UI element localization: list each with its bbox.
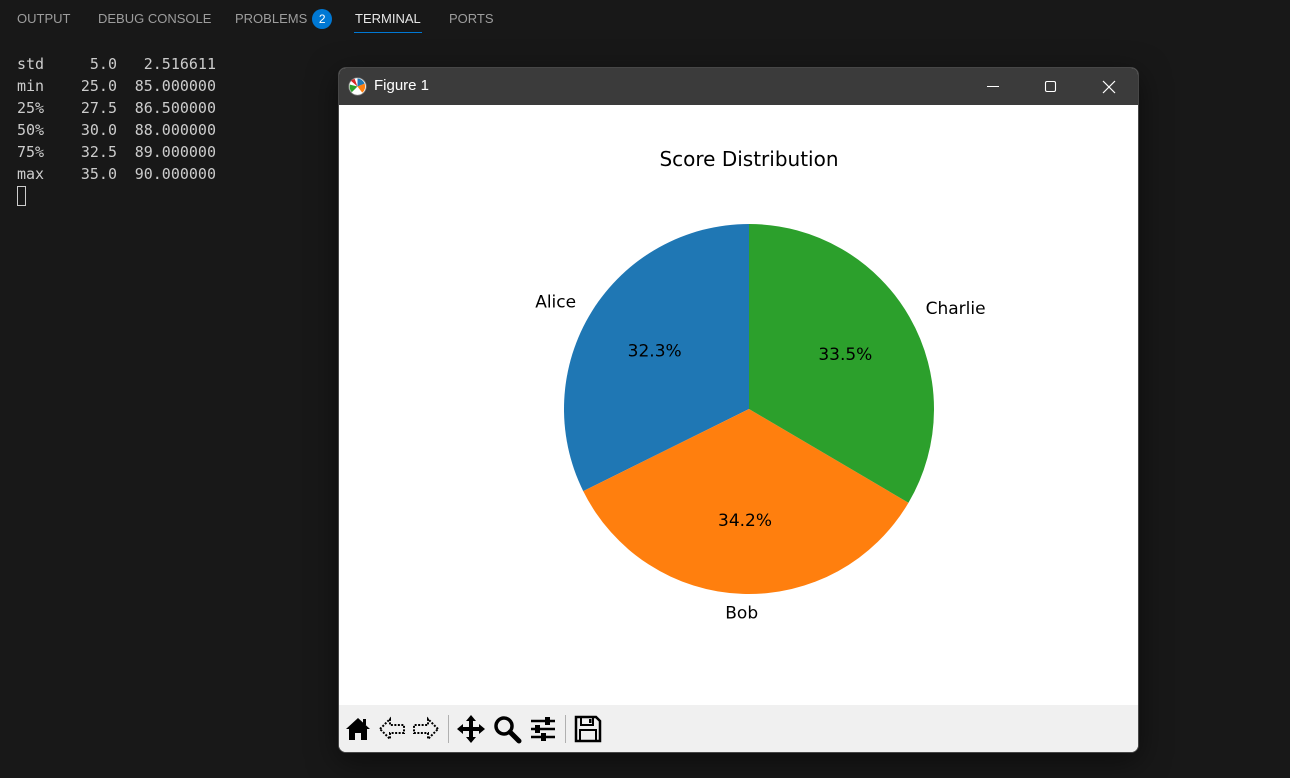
pie-chart: Score Distribution Alice 32.3% Bob 34.2% Cha… — [535, 147, 986, 623]
zoom-button[interactable] — [492, 714, 522, 744]
home-button[interactable] — [343, 714, 373, 744]
configure-subplots-icon — [531, 717, 555, 741]
tab-terminal[interactable]: TERMINAL — [354, 10, 422, 33]
tab-ports[interactable]: PORTS — [449, 10, 494, 30]
terminal-cursor — [17, 186, 26, 206]
pan-icon — [457, 715, 485, 743]
forward-button[interactable] — [411, 714, 441, 744]
age-value: 32.5 — [80, 143, 117, 161]
stat-name: 75% — [17, 143, 45, 161]
terminal-row: 75% 32.5 89.000000 — [17, 141, 216, 163]
figure-canvas[interactable]: Score Distribution Alice 32.3% Bob 34.2% Cha… — [339, 105, 1138, 705]
problems-count-badge: 2 — [312, 9, 333, 29]
tab-problems[interactable]: PROBLEMS 2 — [235, 9, 333, 30]
close-icon — [1102, 80, 1116, 94]
slice-percent-label: 32.3% — [628, 341, 682, 361]
back-arrow-icon — [378, 716, 405, 742]
zoom-icon — [494, 716, 522, 744]
toolbar-separator — [565, 715, 566, 743]
toolbar-separator — [448, 715, 449, 743]
score-value: 90.000000 — [134, 165, 216, 183]
matplotlib-icon — [348, 77, 367, 96]
window-titlebar[interactable]: Figure 1 — [339, 68, 1138, 105]
terminal-row: std 5.0 2.516611 — [17, 53, 216, 75]
back-button[interactable] — [377, 714, 407, 744]
age-value: 25.0 — [80, 77, 117, 95]
age-value: 27.5 — [80, 99, 117, 117]
score-value: 85.000000 — [134, 77, 216, 95]
tab-debug-console[interactable]: DEBUG CONSOLE — [98, 10, 211, 30]
age-value: 35.0 — [80, 165, 117, 183]
maximize-button[interactable] — [1022, 68, 1080, 105]
minimize-button[interactable] — [964, 68, 1022, 105]
stat-name: min — [17, 77, 45, 95]
terminal-output[interactable]: std 5.0 2.516611 min 25.0 85.000000 25% 27.5 8… — [17, 53, 216, 206]
terminal-row: max 35.0 90.000000 — [17, 163, 216, 185]
panel-tabs: OUTPUT DEBUG CONSOLE PROBLEMS 2 TERMINAL … — [0, 0, 1290, 40]
slice-label: Bob — [725, 603, 758, 623]
window-title: Figure 1 — [374, 77, 430, 94]
stat-name: std — [17, 55, 45, 73]
save-icon — [574, 715, 602, 743]
pan-button[interactable] — [456, 714, 486, 744]
terminal-row: 50% 30.0 88.000000 — [17, 119, 216, 141]
navigation-toolbar — [339, 705, 1138, 752]
score-value: 88.000000 — [134, 121, 216, 139]
close-button[interactable] — [1080, 68, 1138, 105]
minimize-icon — [987, 85, 999, 88]
terminal-row: min 25.0 85.000000 — [17, 75, 216, 97]
score-value: 89.000000 — [134, 143, 216, 161]
forward-arrow-icon — [413, 716, 440, 742]
home-icon — [346, 718, 370, 740]
score-value: 2.516611 — [143, 55, 216, 73]
maximize-icon — [1044, 80, 1057, 93]
save-button[interactable] — [573, 714, 603, 744]
configure-subplots-button[interactable] — [528, 714, 558, 744]
slice-label: Charlie — [926, 299, 986, 319]
slice-percent-label: 34.2% — [718, 511, 772, 531]
tab-output[interactable]: OUTPUT — [17, 10, 70, 30]
terminal-row: 25% 27.5 86.500000 — [17, 97, 216, 119]
chart-title: Score Distribution — [659, 147, 838, 171]
score-value: 86.500000 — [134, 99, 216, 117]
age-value: 30.0 — [80, 121, 117, 139]
figure-window: Figure 1 Score Distribution Alice 32.3% Bo… — [338, 67, 1139, 753]
slice-label: Alice — [535, 293, 576, 313]
stat-name: max — [17, 165, 45, 183]
age-value: 5.0 — [89, 55, 117, 73]
stat-name: 25% — [17, 99, 45, 117]
slice-percent-label: 33.5% — [818, 345, 872, 365]
stat-name: 50% — [17, 121, 45, 139]
tab-problems-label: PROBLEMS — [235, 11, 308, 26]
